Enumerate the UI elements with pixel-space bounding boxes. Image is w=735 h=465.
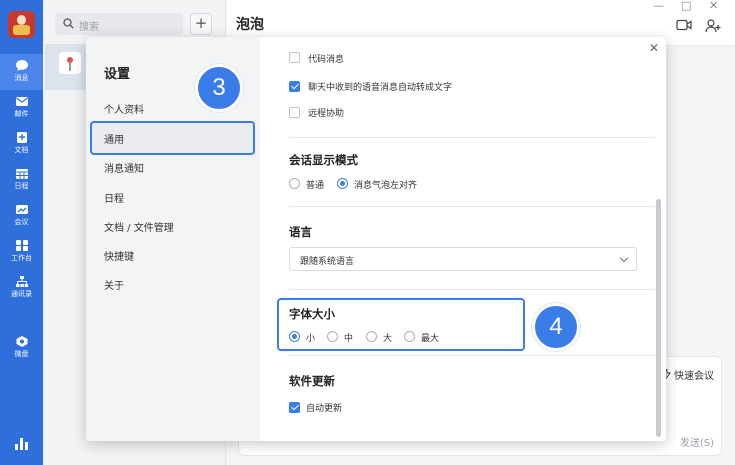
add-button[interactable]: + — [190, 13, 212, 35]
radio-font-large[interactable] — [366, 331, 377, 342]
radio-font-medium-label: 中 — [344, 334, 354, 344]
divider — [289, 137, 655, 138]
menu-item-schedule[interactable]: 日程 — [104, 190, 124, 205]
nav-label: 日程 — [14, 182, 29, 190]
code-message-label: 代码消息 — [308, 55, 345, 65]
more-apps-icon[interactable] — [14, 436, 29, 451]
search-icon — [63, 18, 74, 29]
nav-label: 通讯录 — [11, 290, 32, 298]
nav-item-docs[interactable]: 文档 — [0, 126, 43, 162]
nav-label: 邮件 — [14, 110, 29, 118]
nav-item-messages[interactable]: 消息 — [0, 54, 43, 90]
language-value: 跟随系统语言 — [300, 257, 355, 267]
radio-normal[interactable] — [289, 178, 300, 189]
language-select[interactable]: 跟随系统语言 — [289, 247, 637, 271]
send-button[interactable]: 发送(S) — [680, 434, 714, 449]
step-4-marker: 4 — [532, 303, 580, 351]
flower-icon — [67, 57, 73, 71]
chat-title: 泡泡 — [236, 17, 264, 33]
divider — [289, 289, 655, 290]
settings-dialog: 设置 个人资料 通用 消息通知 日程 文档 / 文件管理 快捷键 关于 3 代码… — [86, 37, 666, 441]
update-title: 软件更新 — [289, 374, 335, 388]
nav-item-drive[interactable]: 微盘 — [0, 330, 43, 366]
nav-item-mail[interactable]: 邮件 — [0, 90, 43, 126]
maximize-icon[interactable]: □ — [681, 0, 691, 12]
language-title: 语言 — [289, 225, 312, 239]
mail-icon — [15, 97, 28, 106]
chat-bubble-icon — [15, 60, 28, 71]
scrollbar[interactable] — [656, 199, 661, 437]
auto-update-label: 自动更新 — [306, 404, 343, 414]
meeting-icon — [15, 205, 28, 214]
search-input[interactable]: 搜索 — [55, 13, 183, 35]
radio-font-small[interactable] — [289, 331, 300, 342]
nav-label: 微盘 — [14, 350, 29, 358]
minimize-icon[interactable]: — — [653, 0, 664, 12]
radio-font-small-label: 小 — [306, 334, 316, 344]
divider — [289, 355, 655, 356]
divider — [289, 206, 655, 207]
radio-bubble-left[interactable] — [337, 178, 348, 189]
window-controls: — □ ✕ — [653, 0, 723, 14]
radio-normal-label: 普通 — [306, 181, 325, 191]
nav-label: 会议 — [14, 218, 29, 226]
remote-assist-label: 远程协助 — [308, 109, 345, 119]
voice-to-text-checkbox[interactable] — [289, 81, 300, 92]
radio-font-large-label: 大 — [383, 334, 393, 344]
remote-assist-checkbox[interactable] — [289, 107, 300, 118]
nav-item-calendar[interactable]: 日程 — [0, 162, 43, 198]
chevron-down-icon — [619, 253, 629, 263]
radio-bubble-left-label: 消息气泡左对齐 — [354, 181, 418, 191]
menu-item-files[interactable]: 文档 / 文件管理 — [104, 219, 174, 234]
radio-font-largest[interactable] — [404, 331, 415, 342]
menu-item-about[interactable]: 关于 — [104, 277, 124, 292]
nav-label: 消息 — [14, 74, 29, 82]
radio-font-medium[interactable] — [327, 331, 338, 342]
nav-label: 工作台 — [11, 254, 32, 262]
close-icon[interactable]: ✕ — [649, 41, 659, 55]
menu-item-notifications[interactable]: 消息通知 — [104, 160, 144, 175]
drive-icon — [16, 336, 27, 347]
menu-item-general[interactable]: 通用 — [104, 131, 124, 146]
calendar-icon — [15, 169, 28, 179]
nav-item-meetings[interactable]: 会议 — [0, 198, 43, 234]
chat-avatar — [59, 52, 81, 74]
step-3-marker: 3 — [195, 64, 243, 112]
code-message-checkbox[interactable] — [289, 52, 300, 63]
voice-to-text-label: 聊天中收到的语音消息自动转成文字 — [308, 83, 453, 93]
quick-meeting-label: 快速会议 — [674, 371, 714, 382]
workbench-icon — [15, 240, 28, 251]
video-call-icon[interactable] — [676, 19, 692, 31]
search-placeholder: 搜索 — [79, 22, 99, 33]
menu-item-profile[interactable]: 个人资料 — [104, 101, 144, 116]
nav-item-contacts[interactable]: 通讯录 — [0, 270, 43, 306]
quick-meeting-button[interactable]: 快速会议 — [661, 367, 714, 382]
document-icon — [16, 132, 27, 143]
nav-label: 文档 — [14, 146, 29, 154]
nav-item-workbench[interactable]: 工作台 — [0, 234, 43, 270]
contacts-icon — [15, 276, 28, 287]
display-mode-title: 会话显示模式 — [289, 153, 358, 167]
left-nav: 消息 邮件 文档 日程 会议 工作台 通讯录 微盘 — [0, 0, 43, 465]
menu-item-shortcuts[interactable]: 快捷键 — [104, 248, 134, 263]
user-avatar[interactable] — [8, 11, 35, 38]
add-member-icon[interactable] — [705, 19, 721, 33]
settings-content: 代码消息 聊天中收到的语音消息自动转成文字 远程协助 会话显示模式 普通 消息气… — [260, 37, 666, 441]
font-size-title: 字体大小 — [289, 307, 335, 321]
radio-font-largest-label: 最大 — [421, 334, 440, 344]
auto-update-checkbox[interactable] — [289, 402, 300, 413]
settings-title: 设置 — [104, 67, 131, 82]
close-window-icon[interactable]: ✕ — [709, 0, 718, 12]
